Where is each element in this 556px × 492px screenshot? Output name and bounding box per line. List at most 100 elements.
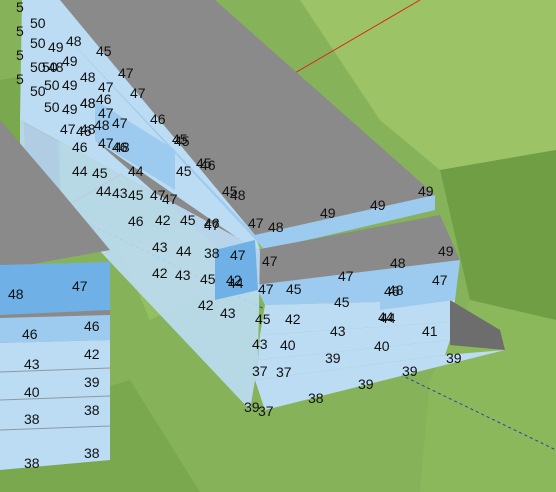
- floor-label: 47: [98, 105, 114, 121]
- floor-label: 37: [276, 364, 292, 380]
- building-scene[interactable]: 49 49 48 47 48 49 47 49 47 48 46 47 45 4…: [0, 0, 556, 492]
- floor-label: 47: [338, 268, 354, 284]
- floor-label: 46: [72, 139, 88, 155]
- floor-label: 42: [155, 212, 171, 228]
- floor-label: 45: [128, 187, 144, 203]
- floor-label: 44: [72, 163, 88, 179]
- floor-label: 45: [255, 311, 271, 327]
- floor-label: 39: [358, 376, 374, 392]
- floor-label: 41: [422, 323, 438, 339]
- floor-label: 48: [268, 219, 284, 235]
- floor-label: 48: [8, 286, 24, 302]
- floor-label: 47: [98, 79, 114, 95]
- floor-label: 47: [162, 191, 178, 207]
- floor-label: 46: [384, 283, 400, 299]
- floor-label: 39: [84, 374, 100, 390]
- floor-label: 47: [230, 247, 246, 263]
- floor-label: 42: [84, 346, 100, 362]
- floor-label: 46: [84, 318, 100, 334]
- floor-label: 44: [380, 310, 396, 326]
- floor-label: 45: [200, 271, 216, 287]
- floor-label: 5: [16, 47, 24, 63]
- floor-label: 43: [330, 323, 346, 339]
- floor-label: 45: [174, 133, 190, 149]
- floor-label: 47: [60, 121, 76, 137]
- floor-label: 42: [152, 265, 168, 281]
- floor-label: 45: [176, 163, 192, 179]
- floor-label: 47: [258, 281, 274, 297]
- floor-label: 43: [152, 239, 168, 255]
- floor-label: 5: [16, 23, 24, 39]
- floor-label: 47: [204, 217, 220, 233]
- floor-label: 38: [24, 411, 40, 427]
- floor-label: 43: [175, 267, 191, 283]
- floor-label: 38: [24, 455, 40, 471]
- floor-label: 45: [180, 212, 196, 228]
- floor-label: 39: [446, 350, 462, 366]
- floor-label: 46: [22, 326, 38, 342]
- floor-label: 48: [80, 69, 96, 85]
- floor-label: 42: [198, 297, 214, 313]
- floor-label: 49: [438, 243, 454, 259]
- floor-label: 38: [84, 402, 100, 418]
- floor-label: 50: [44, 99, 60, 115]
- floor-label: 40: [24, 384, 40, 400]
- floor-label: 5: [16, 0, 24, 15]
- floor-label: 47: [248, 215, 264, 231]
- floor-label: 47: [98, 135, 114, 151]
- floor-label: 50: [30, 35, 46, 51]
- floor-label: 38: [84, 445, 100, 461]
- floor-label: 48: [48, 59, 64, 75]
- floor-label: 44: [128, 163, 144, 179]
- floor-label: 47: [112, 115, 128, 131]
- floor-label: 48: [80, 95, 96, 111]
- floor-label: 43: [112, 185, 128, 201]
- floor-label: 47: [72, 278, 88, 294]
- floor-label: 43: [252, 336, 268, 352]
- floor-label: 5: [16, 71, 24, 87]
- floor-label: 40: [280, 337, 296, 353]
- floor-label: 49: [370, 197, 386, 213]
- floor-label: 43: [24, 356, 40, 372]
- floor-label: 48: [390, 255, 406, 271]
- floor-label: 50: [30, 15, 46, 31]
- 3d-building-viewport[interactable]: 49 49 48 47 48 49 47 49 47 48 46 47 45 4…: [0, 0, 556, 492]
- floor-label: 44: [228, 275, 244, 291]
- floor-label: 50: [44, 77, 60, 93]
- floor-label: 49: [418, 183, 434, 199]
- floor-label: 48: [66, 33, 82, 49]
- floor-label: 50: [30, 59, 46, 75]
- floor-label: 48: [80, 121, 96, 137]
- floor-label: 40: [374, 338, 390, 354]
- floor-label: 44: [96, 183, 112, 199]
- floor-label: 45: [286, 281, 302, 297]
- floor-label: 39: [325, 350, 341, 366]
- floor-label: 38: [204, 245, 220, 261]
- floor-label: 49: [320, 205, 336, 221]
- floor-label: 46: [112, 139, 128, 155]
- floor-label: 49: [62, 101, 78, 117]
- floor-label: 38: [308, 390, 324, 406]
- floor-label: 45: [92, 165, 108, 181]
- floor-label: 45: [96, 43, 112, 59]
- floor-label: 39: [402, 363, 418, 379]
- floor-label: 45: [222, 183, 238, 199]
- floor-label: 49: [62, 77, 78, 93]
- floor-label: 46: [128, 213, 144, 229]
- floor-label: 43: [220, 305, 236, 321]
- floor-label: 42: [285, 311, 301, 327]
- floor-label: 46: [150, 111, 166, 127]
- floor-label: 47: [262, 253, 278, 269]
- floor-label: 37: [252, 363, 268, 379]
- floor-label: 45: [334, 294, 350, 310]
- floor-label: 47: [432, 272, 448, 288]
- floor-label: 44: [176, 243, 192, 259]
- floor-label: 45: [196, 155, 212, 171]
- floor-label: 49: [62, 53, 78, 69]
- floor-label: 49: [48, 39, 64, 55]
- floor-label: 47: [130, 85, 146, 101]
- floor-label: 50: [30, 83, 46, 99]
- floor-label: 39: [244, 399, 260, 415]
- floor-label: 37: [258, 403, 274, 419]
- floor-label: 47: [118, 65, 134, 81]
